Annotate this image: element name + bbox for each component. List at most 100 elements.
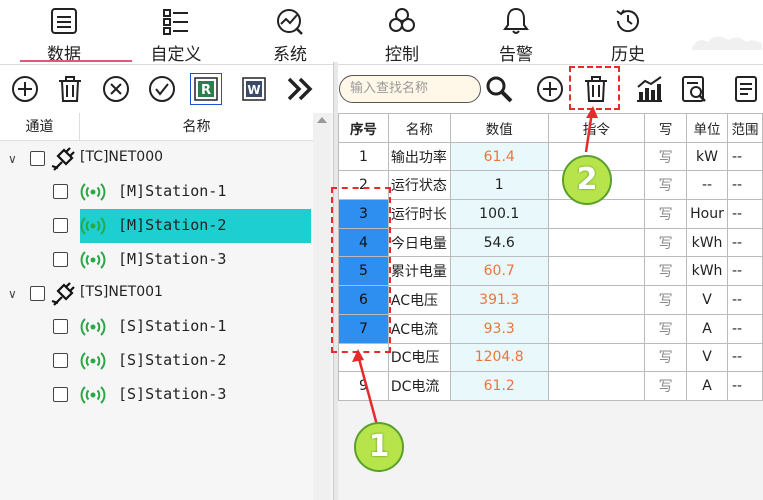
cell-command[interactable] bbox=[547, 342, 646, 373]
cell-name[interactable]: 今日电量 bbox=[387, 227, 451, 258]
scroll-up-icon[interactable] bbox=[317, 117, 327, 123]
cell-unit[interactable]: kW bbox=[686, 141, 728, 172]
cell-value[interactable]: 61.4 bbox=[449, 141, 549, 172]
cell-range[interactable]: -- bbox=[726, 313, 763, 344]
search-button[interactable] bbox=[483, 73, 515, 105]
table-row[interactable]: 3 运行时长 100.1 写 Hour -- bbox=[338, 199, 763, 229]
cell-command[interactable] bbox=[547, 256, 646, 287]
table-row[interactable]: DC电压 1204.8 写 V -- bbox=[338, 342, 763, 373]
cell-write[interactable]: 写 bbox=[644, 141, 688, 172]
table-row[interactable]: 2 运行状态 1 写 -- -- bbox=[338, 170, 763, 201]
add-row-button[interactable] bbox=[534, 73, 566, 105]
tree-checkbox[interactable] bbox=[53, 252, 68, 267]
table-row[interactable]: 1 输出功率 61.4 写 kW -- bbox=[338, 141, 763, 172]
cell-unit[interactable]: -- bbox=[686, 170, 728, 201]
cell-name[interactable]: 运行状态 bbox=[387, 170, 451, 201]
cell-unit[interactable]: kWh bbox=[686, 256, 728, 287]
cell-write[interactable]: 写 bbox=[644, 170, 688, 201]
cell-unit[interactable]: Hour bbox=[686, 199, 728, 229]
tree-node-station[interactable]: [S]Station-2 bbox=[0, 344, 313, 378]
cell-name[interactable]: DC电压 bbox=[387, 342, 451, 373]
cell-value[interactable]: 1204.8 bbox=[449, 342, 549, 373]
tree-node-station[interactable]: [S]Station-3 bbox=[0, 378, 313, 412]
tree-scrollbar[interactable] bbox=[313, 113, 331, 500]
report-r-button[interactable]: R bbox=[190, 73, 222, 105]
chevron-down-icon[interactable]: ∨ bbox=[8, 152, 17, 166]
cell-name[interactable]: 运行时长 bbox=[387, 199, 451, 229]
cancel-button[interactable] bbox=[100, 73, 132, 105]
search-input[interactable] bbox=[350, 81, 470, 96]
cell-value[interactable]: 60.7 bbox=[449, 256, 549, 287]
cell-command[interactable] bbox=[547, 285, 646, 315]
cell-range[interactable]: -- bbox=[726, 371, 763, 401]
cell-name[interactable]: 输出功率 bbox=[387, 141, 451, 172]
col-header-write[interactable]: 写 bbox=[644, 113, 688, 143]
chevron-down-icon[interactable]: ∨ bbox=[8, 287, 17, 301]
cell-command[interactable] bbox=[547, 227, 646, 258]
cell-range[interactable]: -- bbox=[726, 256, 763, 287]
cell-value[interactable]: 1 bbox=[449, 170, 549, 201]
col-header-command[interactable]: 指令 bbox=[547, 113, 646, 143]
table-row[interactable]: 5 累计电量 60.7 写 kWh -- bbox=[338, 256, 763, 287]
tab-custom[interactable]: 自定义 bbox=[126, 0, 226, 65]
export-word-button[interactable]: W bbox=[238, 73, 270, 105]
table-row[interactable]: 4 今日电量 54.6 写 kWh -- bbox=[338, 227, 763, 258]
cell-unit[interactable]: A bbox=[686, 371, 728, 401]
cell-value[interactable]: 61.2 bbox=[449, 371, 549, 401]
more-button[interactable] bbox=[284, 73, 316, 105]
cell-value[interactable]: 391.3 bbox=[449, 285, 549, 315]
confirm-button[interactable] bbox=[146, 73, 178, 105]
notes-button[interactable] bbox=[730, 73, 762, 105]
tree-node-net000[interactable]: ∨ [TC]NET000 bbox=[0, 142, 313, 176]
tree-checkbox[interactable] bbox=[53, 387, 68, 402]
cell-value[interactable]: 54.6 bbox=[449, 227, 549, 258]
tree-node-station[interactable]: [S]Station-1 bbox=[0, 310, 313, 344]
tree-checkbox[interactable] bbox=[30, 286, 45, 301]
tab-alarm[interactable]: 告警 bbox=[466, 0, 566, 65]
col-header-seq[interactable]: 序号 bbox=[338, 113, 389, 143]
tree-checkbox[interactable] bbox=[53, 353, 68, 368]
tree-checkbox[interactable] bbox=[30, 151, 45, 166]
cell-unit[interactable]: V bbox=[686, 342, 728, 373]
col-header-range[interactable]: 范围 bbox=[726, 113, 763, 143]
tree-node-station-selected[interactable]: [M]Station-2 bbox=[0, 209, 313, 243]
tab-control[interactable]: 控制 bbox=[352, 0, 452, 65]
cell-seq[interactable]: 9 bbox=[338, 371, 389, 401]
tree-node-station[interactable]: [M]Station-3 bbox=[0, 243, 313, 277]
tree-node-station[interactable]: [M]Station-1 bbox=[0, 175, 313, 209]
cell-range[interactable]: -- bbox=[726, 141, 763, 172]
tree-checkbox[interactable] bbox=[53, 218, 68, 233]
cell-range[interactable]: -- bbox=[726, 199, 763, 229]
cell-command[interactable] bbox=[547, 199, 646, 229]
cell-range[interactable]: -- bbox=[726, 285, 763, 315]
cell-write[interactable]: 写 bbox=[644, 342, 688, 373]
table-row[interactable]: 9 DC电流 61.2 写 A -- bbox=[338, 371, 763, 401]
cell-name[interactable]: AC电压 bbox=[387, 285, 451, 315]
inspect-button[interactable] bbox=[678, 73, 710, 105]
table-row[interactable]: 6 AC电压 391.3 写 V -- bbox=[338, 285, 763, 315]
cell-value[interactable]: 93.3 bbox=[449, 313, 549, 344]
table-row[interactable]: 7 AC电流 93.3 写 A -- bbox=[338, 313, 763, 344]
chart-button[interactable] bbox=[633, 73, 665, 105]
cell-name[interactable]: AC电流 bbox=[387, 313, 451, 344]
cell-write[interactable]: 写 bbox=[644, 285, 688, 315]
tab-system[interactable]: 系统 bbox=[240, 0, 340, 65]
cell-command[interactable] bbox=[547, 371, 646, 401]
cell-name[interactable]: DC电流 bbox=[387, 371, 451, 401]
tree-node-net001[interactable]: ∨ [TS]NET001 bbox=[0, 277, 313, 311]
col-header-name[interactable]: 名称 bbox=[387, 113, 451, 143]
delete-button[interactable] bbox=[54, 73, 86, 105]
cell-unit[interactable]: V bbox=[686, 285, 728, 315]
cell-unit[interactable]: A bbox=[686, 313, 728, 344]
col-header-unit[interactable]: 单位 bbox=[686, 113, 728, 143]
tab-data[interactable]: 数据 bbox=[14, 0, 132, 65]
cell-range[interactable]: -- bbox=[726, 342, 763, 373]
tree-checkbox[interactable] bbox=[53, 319, 68, 334]
cell-write[interactable]: 写 bbox=[644, 199, 688, 229]
cell-write[interactable]: 写 bbox=[644, 371, 688, 401]
cell-command[interactable] bbox=[547, 313, 646, 344]
cell-write[interactable]: 写 bbox=[644, 313, 688, 344]
cell-range[interactable]: -- bbox=[726, 170, 763, 201]
cell-write[interactable]: 写 bbox=[644, 256, 688, 287]
col-header-value[interactable]: 数值 bbox=[449, 113, 549, 143]
